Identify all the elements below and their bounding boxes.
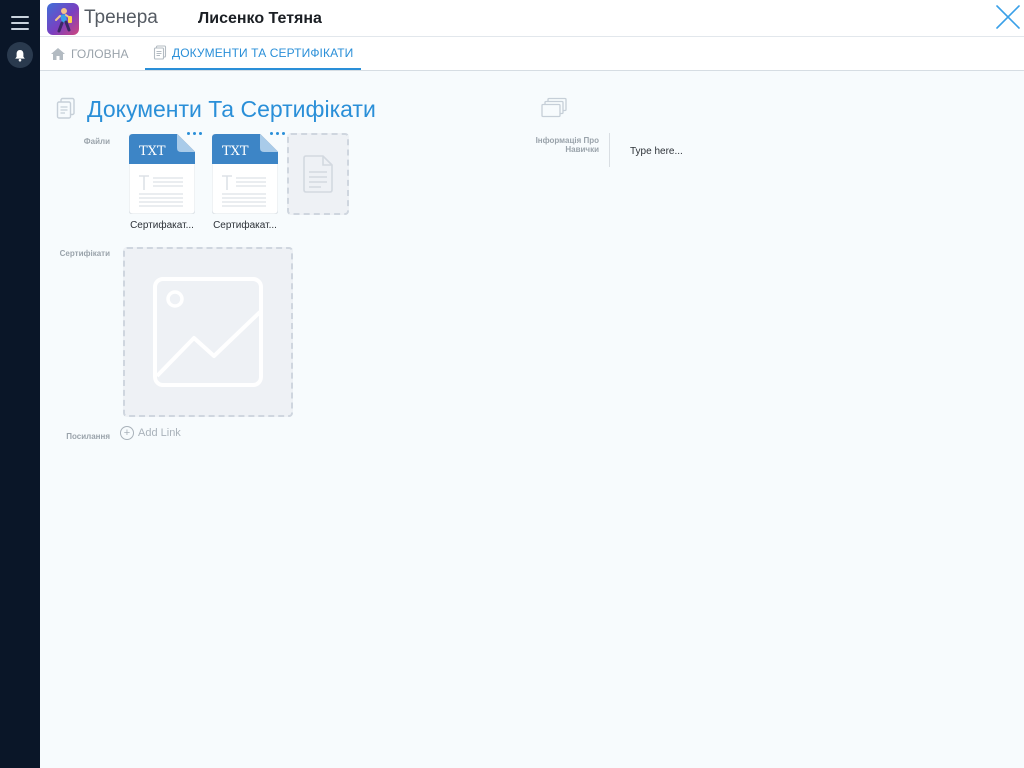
app-title: Тренера [84,7,158,28]
tab-home[interactable]: ГОЛОВНА [50,37,129,70]
tab-bar: ГОЛОВНА ДОКУМЕНТИ ТА СЕРТИФІКАТИ [40,37,1024,71]
skills-info-label: Інформація Про Навички [535,136,599,154]
tab-documents-label: ДОКУМЕНТИ ТА СЕРТИФІКАТИ [172,45,354,60]
tab-home-label: ГОЛОВНА [71,46,129,61]
file-item-2[interactable]: TXT Сертифакат... [211,132,285,234]
file-more-options-icon[interactable] [187,132,205,140]
document-placeholder-icon [303,155,333,193]
tab-documents[interactable]: ДОКУМЕНТИ ТА СЕРТИФІКАТИ [145,37,362,70]
file-name: Сертифакат... [130,220,194,231]
skills-divider [609,133,610,167]
add-link-label: Add Link [138,427,181,439]
file-item-1[interactable]: TXT Сертифакат... [128,132,202,234]
add-link-button[interactable]: + Add Link [120,426,181,440]
hamburger-menu-icon[interactable] [11,14,29,32]
close-icon[interactable] [994,3,1022,31]
file-upload-slot[interactable] [287,133,349,215]
section-title: Документи Та Сертифікати [87,96,376,122]
certificates-label: Сертифікати [59,249,110,258]
file-name: Сертифакат... [213,220,277,231]
certificate-image-upload[interactable] [123,247,293,417]
sidebar [0,0,40,768]
file-more-options-icon[interactable] [270,132,288,140]
app-logo-icon [47,3,79,35]
files-label: Файли [83,137,110,146]
skills-section-icon [540,97,568,124]
documents-icon [153,45,167,60]
image-placeholder-icon [153,277,263,387]
documents-section-icon [55,97,77,126]
plus-circle-icon: + [120,426,134,440]
file-type-badge: TXT [139,144,166,159]
links-label: Посилання [66,432,110,441]
file-type-badge: TXT [222,144,249,159]
person-name: Лисенко Тетяна [198,10,322,27]
notifications-bell-icon[interactable] [7,42,33,68]
skills-info-input[interactable] [622,142,838,160]
top-bar: Тренера Лисенко Тетяна [40,0,1024,37]
home-icon [51,47,65,60]
